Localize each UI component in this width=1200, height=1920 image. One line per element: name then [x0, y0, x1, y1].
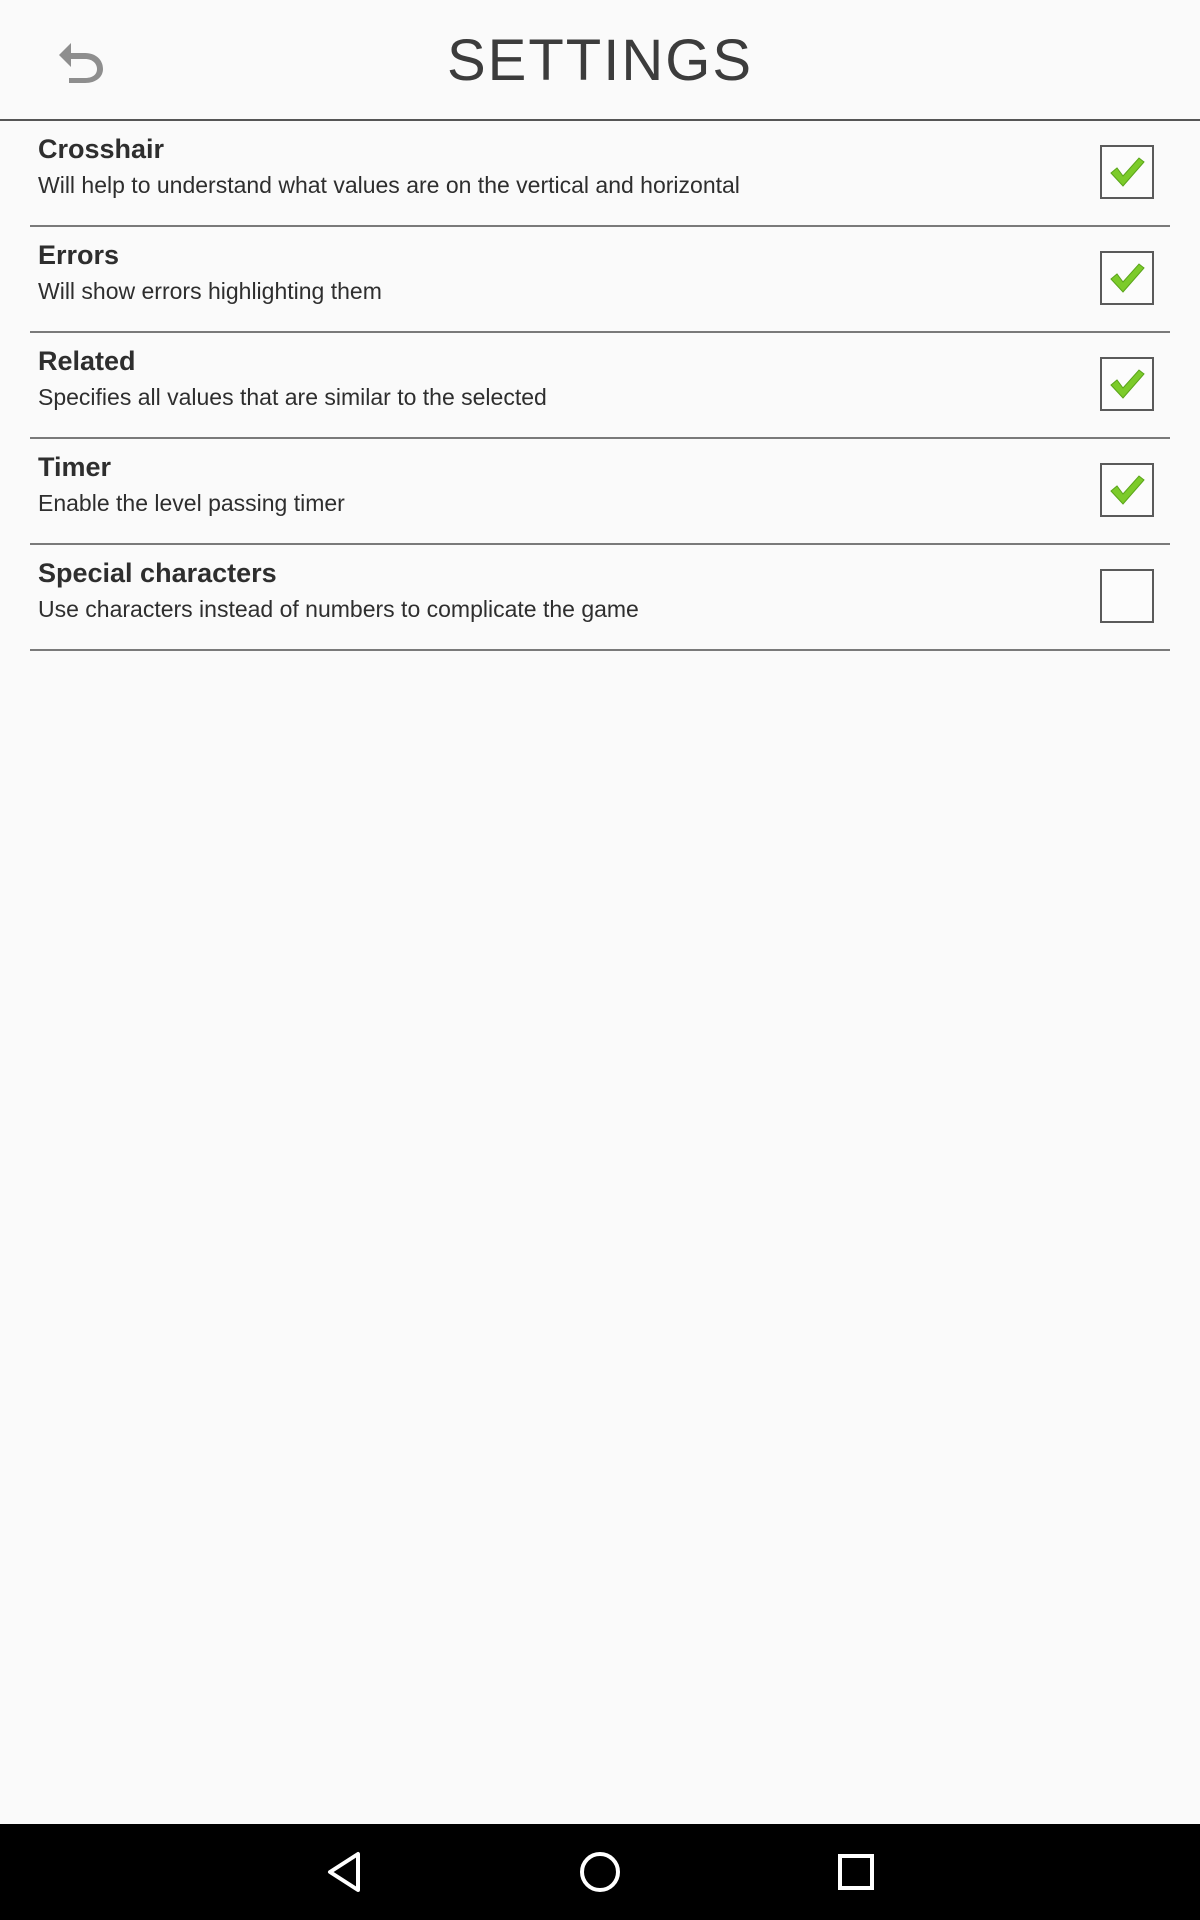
- setting-description: Specifies all values that are similar to…: [38, 384, 547, 410]
- errors-checkbox[interactable]: [1100, 251, 1154, 305]
- checkmark-icon: [1110, 263, 1145, 293]
- circle-home-icon: [580, 1852, 620, 1892]
- setting-row-crosshair[interactable]: Crosshair Will help to understand what v…: [30, 121, 1170, 227]
- page-title: SETTINGS: [446, 28, 754, 93]
- setting-description: Will help to understand what values are …: [38, 172, 740, 198]
- setting-row-related[interactable]: Related Specifies all values that are si…: [30, 333, 1170, 439]
- setting-row-timer[interactable]: Timer Enable the level passing timer: [30, 439, 1170, 545]
- setting-description: Enable the level passing timer: [38, 490, 345, 516]
- timer-checkbox[interactable]: [1100, 463, 1154, 517]
- nav-home-button[interactable]: [570, 1842, 630, 1902]
- setting-description: Use characters instead of numbers to com…: [38, 596, 639, 622]
- settings-screen: SETTINGS Crosshair Will help to understa…: [0, 0, 1200, 1920]
- checkmark-icon: [1110, 369, 1145, 399]
- setting-title: Related: [38, 346, 136, 376]
- checkmark-icon: [1110, 157, 1145, 187]
- square-recents-icon: [838, 1854, 874, 1890]
- setting-row-special-characters[interactable]: Special characters Use characters instea…: [30, 545, 1170, 651]
- nav-recents-button[interactable]: [826, 1842, 886, 1902]
- setting-title: Special characters: [38, 558, 277, 588]
- nav-back-button[interactable]: [314, 1842, 374, 1902]
- setting-title: Errors: [38, 240, 120, 270]
- setting-row-errors[interactable]: Errors Will show errors highlighting the…: [30, 227, 1170, 333]
- checkmark-icon: [1110, 475, 1145, 505]
- setting-description: Will show errors highlighting them: [38, 278, 382, 304]
- settings-list: Crosshair Will help to understand what v…: [30, 121, 1170, 651]
- crosshair-checkbox[interactable]: [1100, 145, 1154, 199]
- header-bar: SETTINGS: [0, 0, 1200, 121]
- setting-title: Timer: [38, 452, 112, 482]
- related-checkbox[interactable]: [1100, 357, 1154, 411]
- setting-title: Crosshair: [38, 134, 165, 164]
- system-navigation-bar: [0, 1824, 1200, 1920]
- special-characters-checkbox[interactable]: [1100, 569, 1154, 623]
- triangle-back-icon: [328, 1852, 360, 1892]
